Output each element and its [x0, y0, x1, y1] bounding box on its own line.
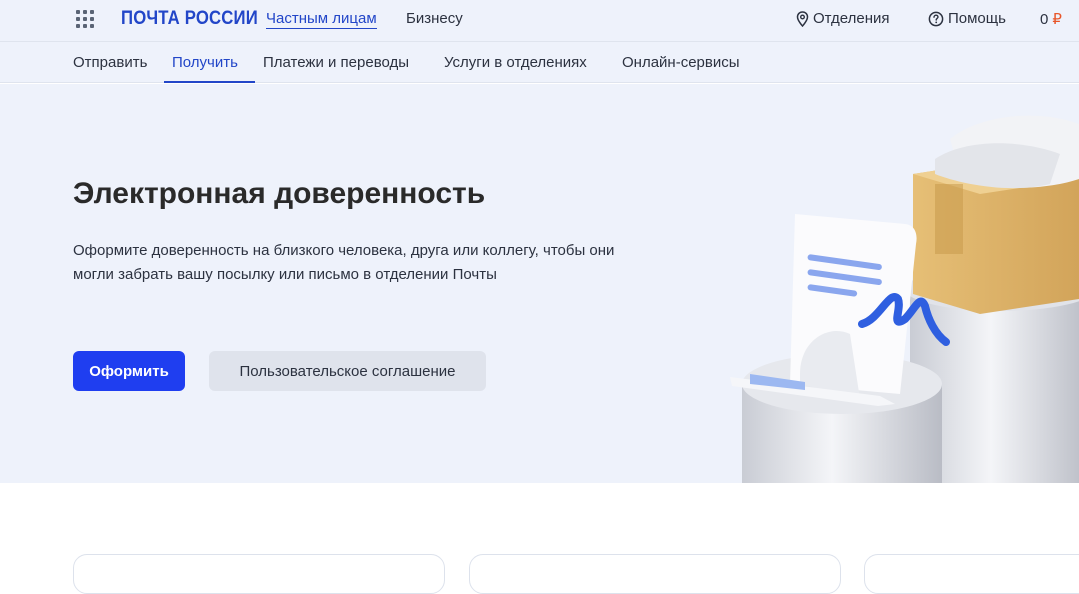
apps-grid-icon[interactable]: [76, 10, 94, 28]
help-link[interactable]: Помощь: [928, 10, 1006, 27]
wallet-amount: 0: [1040, 10, 1049, 28]
issue-button[interactable]: Оформить: [73, 351, 185, 391]
wallet-balance[interactable]: 0 ₽: [1040, 10, 1062, 29]
segment-business[interactable]: Бизнесу: [406, 10, 463, 27]
nav-item-receive[interactable]: Получить: [172, 54, 238, 71]
page-title: Электронная доверенность: [73, 177, 486, 210]
service-card[interactable]: [73, 554, 445, 594]
nav-item-payments[interactable]: Платежи и переводы: [263, 54, 409, 71]
hero-description: Оформите доверенность на близкого челове…: [73, 242, 615, 283]
ruble-sign: ₽: [1052, 11, 1062, 28]
nav-item-online-services[interactable]: Онлайн-сервисы: [622, 54, 740, 71]
nav-item-office-services[interactable]: Услуги в отделениях: [444, 54, 587, 71]
segment-private[interactable]: Частным лицам: [266, 10, 377, 29]
logo[interactable]: ПОЧТА РОССИИ: [121, 8, 258, 30]
hero-illustration: [730, 115, 1079, 483]
service-card[interactable]: [469, 554, 841, 594]
location-pin-icon: [796, 10, 809, 27]
offices-label: Отделения: [813, 10, 890, 27]
service-card[interactable]: [864, 554, 1079, 594]
top-header: ПОЧТА РОССИИ Частным лицам Бизнесу Отдел…: [0, 0, 1079, 42]
help-label: Помощь: [948, 10, 1006, 27]
main-nav: Отправить Получить Платежи и переводы Ус…: [0, 42, 1079, 83]
hero-banner: Электронная доверенность Оформите довере…: [0, 84, 1079, 483]
offices-link[interactable]: Отделения: [796, 10, 890, 27]
nav-item-send[interactable]: Отправить: [73, 54, 147, 71]
user-agreement-button[interactable]: Пользовательское соглашение: [209, 351, 486, 391]
question-circle-icon: [928, 11, 944, 26]
active-tab-indicator: [164, 81, 255, 83]
